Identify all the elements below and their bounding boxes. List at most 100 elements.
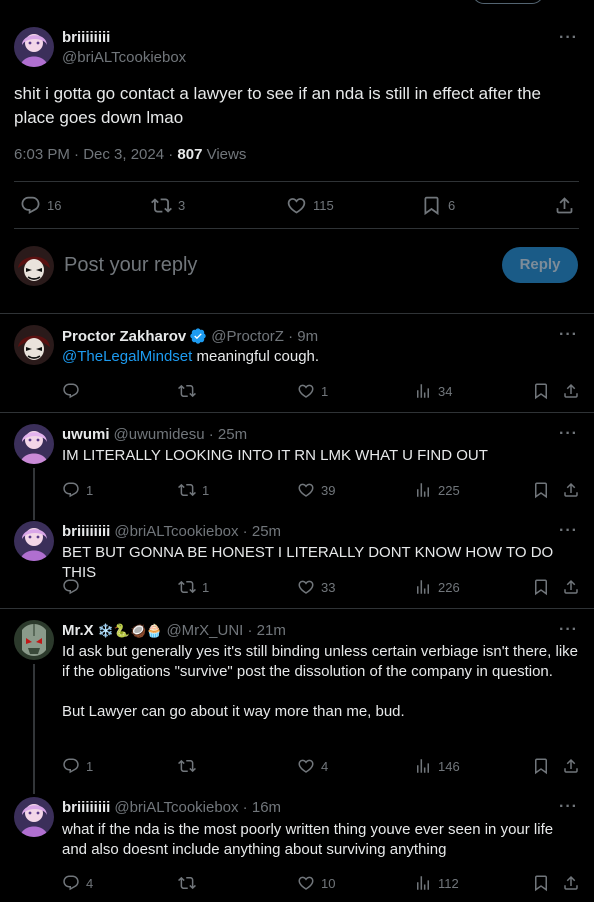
bookmark-icon[interactable] [532, 382, 550, 400]
reply-header: briiiiiiii @briALTcookiebox · 25m [62, 523, 281, 540]
follow-button-partial[interactable] [472, 0, 544, 4]
views-button[interactable]: 112 [414, 874, 459, 892]
reply-button[interactable]: 4 [62, 874, 93, 892]
share-icon[interactable] [554, 195, 575, 216]
more-options-icon[interactable]: ··· [559, 425, 578, 443]
verified-badge-icon [190, 328, 206, 344]
divider [14, 181, 579, 182]
reply-author-name[interactable]: Mr.X [62, 622, 94, 639]
like-count: 4 [321, 758, 329, 774]
like-count: 115 [313, 198, 334, 213]
reply-text: what if the nda is the most poorly writt… [62, 821, 558, 858]
like-count: 10 [321, 875, 336, 891]
repost-button[interactable] [178, 757, 202, 775]
views-button[interactable]: 146 [414, 757, 460, 775]
tweet-meta: 6:03 PM · Dec 3, 2024 · 807 Views [14, 146, 246, 163]
divider [14, 228, 579, 229]
reply-author-handle[interactable]: @MrX_UNI · 21m [166, 622, 285, 639]
reply-author-name[interactable]: uwumi [62, 426, 110, 443]
repost-button[interactable] [178, 382, 202, 400]
repost-icon [178, 578, 196, 596]
heart-icon [297, 382, 315, 400]
reply-author-handle[interactable]: @ProctorZ · 9m [211, 328, 318, 345]
more-options-icon[interactable]: ··· [559, 798, 578, 816]
reply-author-handle[interactable]: @uwumidesu · 25m [114, 426, 248, 443]
like-button[interactable]: 115 [286, 195, 334, 216]
avatar[interactable] [14, 27, 54, 67]
reply-count: 1 [86, 482, 94, 498]
share-icon[interactable] [562, 874, 580, 892]
reply-button[interactable]: 16 [20, 195, 61, 216]
views-count: 34 [438, 383, 453, 399]
reply-icon [62, 757, 80, 775]
author-name[interactable]: briiiiiiii [62, 29, 110, 46]
avatar[interactable] [14, 521, 54, 561]
reply-header: Mr.X ❄️🐍🥥🧁 @MrX_UNI · 21m [62, 622, 286, 639]
more-options-icon[interactable]: ··· [559, 522, 578, 540]
reply-text: Id ask but generally yes it's still bind… [62, 643, 578, 720]
more-options-icon[interactable]: ··· [559, 29, 578, 47]
repost-button[interactable]: 3 [151, 195, 185, 216]
avatar[interactable] [14, 797, 54, 837]
reply-author-handle[interactable]: @briALTcookiebox · 25m [114, 523, 281, 540]
reply-author-name[interactable]: Proctor Zakharov [62, 328, 186, 345]
like-button[interactable]: 10 [297, 874, 335, 892]
like-button[interactable]: 33 [297, 578, 335, 596]
views-button[interactable]: 225 [414, 481, 460, 499]
share-icon[interactable] [562, 757, 580, 775]
reply-header: Proctor Zakharov @ProctorZ · 9m [62, 327, 318, 345]
reply-button[interactable] [62, 382, 86, 400]
reply-author-handle[interactable]: @briALTcookiebox · 16m [114, 799, 281, 816]
repost-icon [151, 195, 172, 216]
reply-input[interactable]: Post your reply [64, 254, 197, 277]
thread-connector [33, 664, 35, 794]
share-icon[interactable] [562, 382, 580, 400]
avatar[interactable] [14, 620, 54, 660]
avatar[interactable] [14, 246, 54, 286]
bookmark-icon[interactable] [532, 578, 550, 596]
bookmark-icon[interactable] [532, 481, 550, 499]
avatar[interactable] [14, 424, 54, 464]
bookmark-button[interactable]: 6 [421, 195, 455, 216]
avatar[interactable] [14, 325, 54, 365]
views-count: 146 [438, 758, 460, 774]
more-options-icon[interactable]: ··· [559, 326, 578, 344]
like-count: 39 [321, 482, 336, 498]
like-button[interactable]: 39 [297, 481, 335, 499]
views-count: 226 [438, 579, 460, 595]
reply-author-name[interactable]: briiiiiiii [62, 523, 110, 540]
views-count: 807 [177, 146, 203, 163]
repost-button[interactable]: 1 [178, 481, 209, 499]
views-count: 112 [438, 875, 459, 891]
views-icon [414, 874, 432, 892]
reply-icon [62, 874, 80, 892]
reply-icon [62, 481, 80, 499]
share-icon[interactable] [562, 481, 580, 499]
reply-button[interactable]: 1 [62, 481, 93, 499]
views-icon [414, 578, 432, 596]
reply-submit-button[interactable]: Reply [502, 247, 578, 283]
reply-button[interactable] [62, 578, 86, 596]
bookmark-icon[interactable] [532, 757, 550, 775]
repost-button[interactable] [178, 874, 202, 892]
tweet-time[interactable]: 6:03 PM · Dec 3, 2024 · [14, 146, 177, 163]
more-options-icon[interactable]: ··· [559, 621, 578, 639]
repost-button[interactable]: 1 [178, 578, 209, 596]
mention-link[interactable]: @TheLegalMindset [62, 348, 192, 365]
bookmark-count: 6 [448, 198, 456, 213]
like-button[interactable]: 1 [297, 382, 328, 400]
views-button[interactable]: 226 [414, 578, 460, 596]
reply-author-name[interactable]: briiiiiiii [62, 799, 110, 816]
views-icon [414, 757, 432, 775]
views-button[interactable]: 34 [414, 382, 452, 400]
divider [0, 608, 594, 609]
reply-header: uwumi @uwumidesu · 25m [62, 426, 247, 443]
like-button[interactable]: 4 [297, 757, 328, 775]
heart-icon [286, 195, 307, 216]
reply-count: 16 [47, 198, 62, 213]
reply-button[interactable]: 1 [62, 757, 93, 775]
share-icon[interactable] [562, 578, 580, 596]
repost-icon [178, 874, 196, 892]
author-handle[interactable]: @briALTcookiebox [62, 49, 186, 66]
bookmark-icon[interactable] [532, 874, 550, 892]
